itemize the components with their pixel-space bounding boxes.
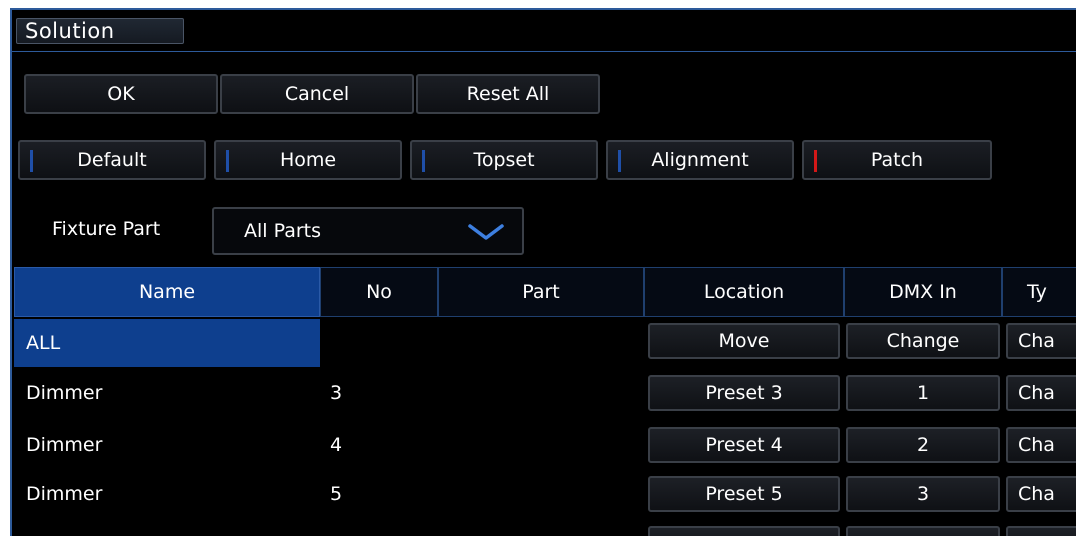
title-bar: Solution [12,10,1076,52]
column-header-label: No [366,281,392,303]
fixture-part-dropdown[interactable]: All Parts [212,207,524,255]
type-change-button-label: Cha [1018,483,1055,505]
fixture-number-cell: 3 [330,382,343,404]
ok-button[interactable]: OK [24,74,218,114]
mode-indicator [30,150,33,172]
mode-indicator [422,150,425,172]
change-type-button[interactable]: Cha [1006,323,1076,359]
location-button-label: Preset 4 [705,434,783,456]
location-button[interactable]: Preset 3 [648,375,840,411]
location-button-label: Preset 5 [705,483,783,505]
home-mode-button[interactable]: Home [214,140,402,180]
column-header-label: Location [703,281,785,303]
dmx-in-button-label: 2 [916,434,930,456]
column-header-part[interactable]: Part [438,267,644,317]
location-button[interactable]: Preset 4 [648,427,840,463]
fixture-number-cell: 4 [330,434,343,456]
fixture-part-label: Fixture Part [52,218,161,240]
type-change-button[interactable]: Cha [1006,476,1076,512]
fixture-name-cell: Dimmer [26,434,103,456]
alignment-mode-label: Alignment [651,149,749,171]
column-header-name[interactable]: Name [14,267,320,317]
column-header-label: Part [522,281,560,303]
dmx-in-button-label: 1 [916,382,930,404]
move-button-label: Move [718,330,770,352]
change-type-button-label: Cha [1018,330,1055,352]
column-header-no[interactable]: No [320,267,438,317]
column-header-type[interactable]: Ty [1002,267,1076,317]
window-title: Solution [16,18,184,44]
location-button-label: Preset 3 [705,382,783,404]
dmx-in-button[interactable]: 1 [846,375,1000,411]
reset-all-button[interactable]: Reset All [416,74,600,114]
change-dmx-button[interactable]: Change [846,323,1000,359]
type-change-button-label: Cha [1018,382,1055,404]
fixture-part-value: All Parts [244,220,322,242]
dmx-in-button[interactable]: 2 [846,427,1000,463]
move-button[interactable]: Move [648,323,840,359]
topset-mode-button[interactable]: Topset [410,140,598,180]
chevron-down-icon [468,224,504,240]
cancel-button[interactable]: Cancel [220,74,414,114]
patch-mode-label: Patch [870,149,924,171]
mode-indicator-active [814,150,817,172]
mode-indicator [226,150,229,172]
ok-button-label: OK [107,83,135,105]
default-mode-label: Default [77,149,147,171]
dmx-in-button-label: 3 [916,483,930,505]
fixture-name-cell: Dimmer [26,382,103,404]
type-change-button[interactable] [1006,526,1076,536]
home-mode-label: Home [279,149,337,171]
cancel-button-label: Cancel [284,83,350,105]
fixture-name-cell: Dimmer [26,483,103,505]
all-row-name[interactable]: ALL [14,319,320,367]
type-change-button[interactable]: Cha [1006,375,1076,411]
reset-all-button-label: Reset All [466,83,550,105]
column-header-location[interactable]: Location [644,267,844,317]
alignment-mode-button[interactable]: Alignment [606,140,794,180]
change-dmx-button-label: Change [886,330,960,352]
location-button[interactable]: Preset 5 [648,476,840,512]
dmx-in-button[interactable] [846,526,1000,536]
dmx-in-button[interactable]: 3 [846,476,1000,512]
solution-window: Solution OK Cancel Reset All Default Hom… [10,8,1076,536]
location-button[interactable] [648,526,840,536]
topset-mode-label: Topset [473,149,535,171]
patch-mode-button[interactable]: Patch [802,140,992,180]
fixture-number-cell: 5 [330,483,343,505]
type-change-button[interactable]: Cha [1006,427,1076,463]
column-header-label: Name [138,281,196,303]
column-header-dmx-in[interactable]: DMX In [844,267,1002,317]
default-mode-button[interactable]: Default [18,140,206,180]
mode-indicator [618,150,621,172]
type-change-button-label: Cha [1018,434,1055,456]
column-header-label: DMX In [889,281,957,303]
column-header-label: Ty [1027,281,1047,303]
